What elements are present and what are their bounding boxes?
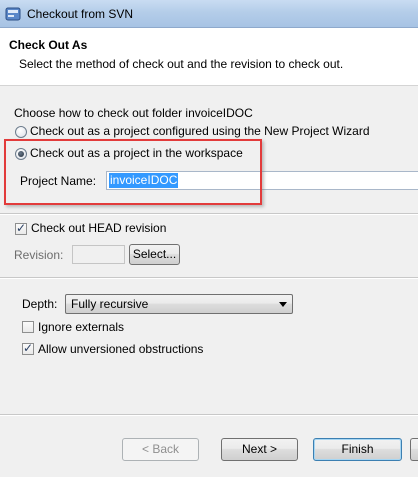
head-revision-checkbox[interactable] bbox=[15, 221, 27, 235]
depth-label: Depth: bbox=[22, 297, 58, 311]
window-title: Checkout from SVN bbox=[27, 7, 134, 21]
radio-new-project-wizard[interactable] bbox=[15, 126, 27, 138]
highlight-annotation-box bbox=[4, 139, 262, 205]
next-button[interactable]: Next > bbox=[221, 438, 298, 461]
depth-select[interactable]: Fully recursive bbox=[65, 294, 293, 314]
allow-unversioned-label[interactable]: Allow unversioned obstructions bbox=[38, 342, 203, 356]
page-description: Select the method of check out and the r… bbox=[19, 57, 344, 71]
svn-checkout-icon bbox=[5, 6, 21, 22]
chevron-down-icon bbox=[279, 302, 287, 307]
radio-new-project-wizard-label[interactable]: Check out as a project configured using … bbox=[30, 124, 370, 138]
checkout-method-prompt: Choose how to check out folder invoiceID… bbox=[14, 106, 253, 120]
revision-label: Revision: bbox=[14, 248, 64, 262]
back-button[interactable]: < Back bbox=[122, 438, 199, 461]
revision-select-button[interactable]: Select... bbox=[129, 244, 180, 265]
ignore-externals-checkbox[interactable] bbox=[22, 321, 34, 333]
footer-separator bbox=[0, 414, 418, 416]
page-title: Check Out As bbox=[9, 38, 88, 52]
separator bbox=[0, 277, 418, 279]
cancel-button[interactable] bbox=[410, 438, 418, 461]
allow-unversioned-checkbox[interactable] bbox=[22, 341, 34, 355]
finish-button[interactable]: Finish bbox=[313, 438, 402, 461]
revision-input[interactable] bbox=[72, 245, 125, 264]
ignore-externals-label[interactable]: Ignore externals bbox=[38, 320, 124, 334]
separator bbox=[0, 213, 418, 215]
depth-select-value: Fully recursive bbox=[71, 297, 149, 311]
head-revision-label[interactable]: Check out HEAD revision bbox=[31, 221, 166, 235]
